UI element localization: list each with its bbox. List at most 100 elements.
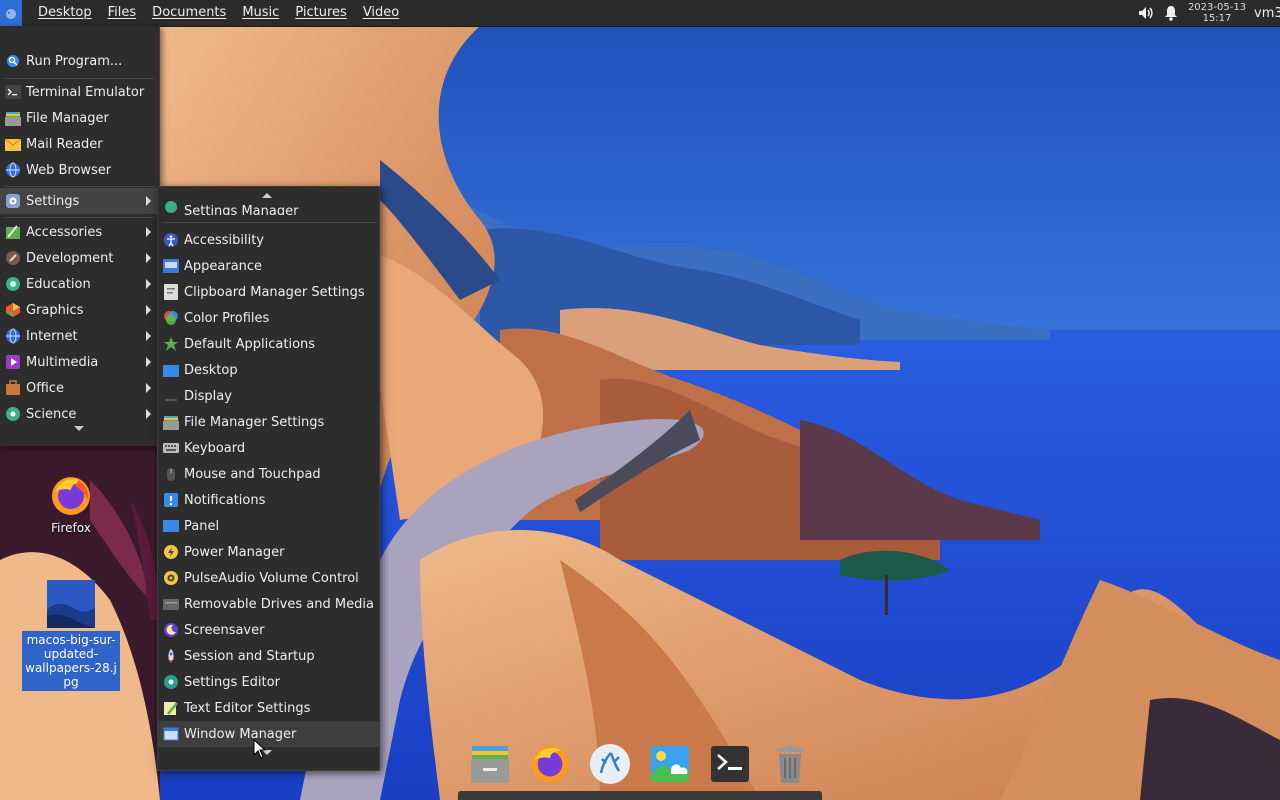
settings-item-removable-drives[interactable]: Removable Drives and Media [158, 591, 379, 617]
system-tray: 2023-05-13 15:17 vm3 [1132, 0, 1280, 26]
volume-icon[interactable] [1132, 0, 1158, 26]
menu-item-accessories[interactable]: Accessories [0, 219, 159, 245]
settings-submenu: Settings Manager Accessibility Appearanc… [157, 186, 380, 771]
internet-icon [5, 328, 21, 344]
menu-item-science[interactable]: Science [0, 401, 159, 427]
settings-item-settings-editor[interactable]: Settings Editor [158, 669, 379, 695]
settings-editor-icon [163, 674, 179, 690]
settings-item-appearance[interactable]: Appearance [158, 253, 379, 279]
mail-icon [5, 136, 21, 152]
places-desktop[interactable]: Desktop [30, 0, 100, 26]
menu-item-education[interactable]: Education [0, 271, 159, 297]
clipboard-icon [163, 284, 179, 300]
settings-item-pulseaudio[interactable]: PulseAudio Volume Control [158, 565, 379, 591]
dock-image-viewer[interactable] [648, 742, 692, 786]
education-icon [5, 276, 21, 292]
image-thumbnail-icon [47, 580, 95, 628]
desktop-icon [163, 362, 179, 378]
firefox-icon [52, 477, 90, 515]
dock-firefox[interactable] [528, 742, 572, 786]
menu-item-file-manager[interactable]: File Manager [0, 105, 159, 131]
settings-item-panel[interactable]: Panel [158, 513, 379, 539]
menu-item-internet[interactable]: Internet [0, 323, 159, 349]
settings-item-accessibility[interactable]: Accessibility [158, 227, 379, 253]
settings-icon [5, 193, 21, 209]
settings-item-color-profiles[interactable]: Color Profiles [158, 305, 379, 331]
mouse-icon [163, 466, 179, 482]
menu-item-multimedia[interactable]: Multimedia [0, 349, 159, 375]
notification-bell-icon[interactable] [1158, 0, 1184, 26]
dock-trash[interactable] [768, 742, 812, 786]
settings-item-screensaver[interactable]: Screensaver [158, 617, 379, 643]
dock-terminal[interactable] [708, 742, 752, 786]
settings-manager-icon [163, 199, 179, 215]
dock-xfce-settings[interactable] [588, 742, 632, 786]
run-program-icon [5, 53, 21, 69]
settings-item-session-startup[interactable]: Session and Startup [158, 643, 379, 669]
desktop-icon-wallpaper-file[interactable]: macos-big-sur- updated- wallpapers-28.j … [22, 580, 120, 691]
multimedia-icon [5, 354, 21, 370]
applications-menu-button[interactable] [0, 0, 22, 26]
settings-item-notifications[interactable]: Notifications [158, 487, 379, 513]
firefox-icon [531, 745, 569, 783]
web-browser-icon [5, 162, 21, 178]
desktop-icon-firefox[interactable]: Firefox [36, 474, 106, 535]
user-menu[interactable]: vm3 [1250, 6, 1280, 21]
dock-bar [458, 791, 822, 800]
settings-item-mouse-touchpad[interactable]: Mouse and Touchpad [158, 461, 379, 487]
settings-item-desktop[interactable]: Desktop [158, 357, 379, 383]
development-icon [5, 250, 21, 266]
menu-scroll-down-icon[interactable] [74, 426, 84, 431]
clock-time: 15:17 [1202, 13, 1232, 24]
accessories-icon [5, 224, 21, 240]
xfce-mouse-icon [590, 744, 630, 784]
applications-menu: Run Program... Terminal Emulator File Ma… [0, 26, 160, 446]
screensaver-icon [163, 622, 179, 638]
settings-item-window-manager[interactable]: Window Manager [158, 721, 379, 747]
clock[interactable]: 2023-05-13 15:17 [1186, 2, 1248, 24]
office-icon [5, 380, 21, 396]
places-documents[interactable]: Documents [144, 0, 234, 26]
file-manager-icon [471, 746, 509, 783]
color-profiles-icon [163, 310, 179, 326]
settings-item-settings-manager[interactable]: Settings Manager [158, 197, 379, 215]
submenu-arrow-icon [146, 409, 151, 419]
settings-item-display[interactable]: Display [158, 383, 379, 409]
top-panel: Desktop Files Documents Music Pictures V… [0, 0, 1280, 27]
settings-item-power-manager[interactable]: Power Manager [158, 539, 379, 565]
submenu-arrow-icon [146, 357, 151, 367]
display-icon [163, 388, 179, 404]
menu-item-terminal-emulator[interactable]: Terminal Emulator [0, 79, 159, 105]
file-manager-icon [5, 110, 21, 126]
menu-separator [162, 222, 377, 223]
settings-item-keyboard[interactable]: Keyboard [158, 435, 379, 461]
dock-file-manager[interactable] [468, 742, 512, 786]
file-manager-icon [163, 414, 179, 430]
submenu-arrow-icon [146, 253, 151, 263]
window-manager-icon [163, 726, 179, 742]
places-music[interactable]: Music [234, 0, 287, 26]
settings-item-default-applications[interactable]: Default Applications [158, 331, 379, 357]
notifications-icon [163, 492, 179, 508]
science-icon [5, 406, 21, 422]
menu-item-run-program[interactable]: Run Program... [0, 48, 159, 74]
menu-item-mail-reader[interactable]: Mail Reader [0, 131, 159, 157]
places-files[interactable]: Files [100, 0, 145, 26]
settings-item-text-editor-settings[interactable]: Text Editor Settings [158, 695, 379, 721]
menu-item-graphics[interactable]: Graphics [0, 297, 159, 323]
pulseaudio-icon [163, 570, 179, 586]
submenu-arrow-icon [146, 305, 151, 315]
settings-item-file-manager-settings[interactable]: File Manager Settings [158, 409, 379, 435]
menu-item-settings[interactable]: Settings [0, 188, 159, 214]
desktop-icon-firefox-label: Firefox [51, 521, 91, 535]
dock [462, 738, 818, 794]
menu-item-development[interactable]: Development [0, 245, 159, 271]
mouse-cursor-icon [253, 739, 267, 759]
places-video[interactable]: Video [355, 0, 407, 26]
graphics-icon [5, 302, 21, 318]
places-pictures[interactable]: Pictures [287, 0, 355, 26]
settings-item-clipboard-manager[interactable]: Clipboard Manager Settings [158, 279, 379, 305]
menu-item-web-browser[interactable]: Web Browser [0, 157, 159, 183]
menu-item-office[interactable]: Office [0, 375, 159, 401]
clock-date: 2023-05-13 [1187, 2, 1247, 13]
